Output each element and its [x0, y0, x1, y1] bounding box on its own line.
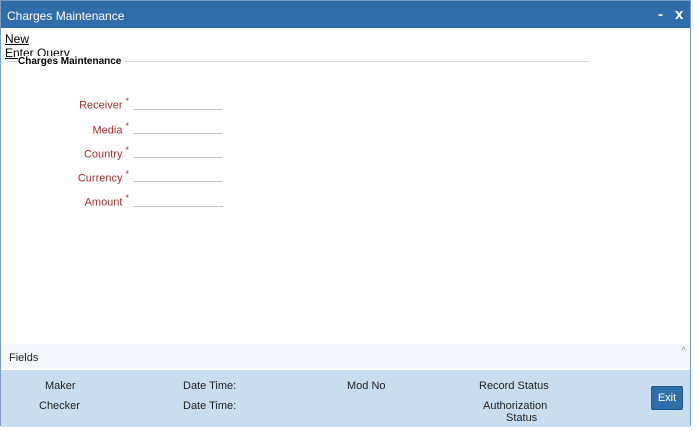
currency-label: Currency * — [77, 169, 129, 185]
country-label: Country * — [83, 145, 129, 161]
receiver-label: Receiver * — [79, 96, 129, 112]
charges-maintenance-window: Charges Maintenance - x New Enter Query … — [0, 0, 691, 427]
window-title: Charges Maintenance — [7, 9, 125, 23]
mod-no-label: Mod No — [347, 380, 386, 392]
amount-input[interactable] — [133, 192, 223, 207]
maker-date-time-label: Date Time: — [183, 380, 237, 392]
minimize-icon[interactable]: - — [658, 6, 663, 23]
chevron-up-icon[interactable]: ^ — [681, 346, 686, 357]
required-marker: * — [125, 169, 129, 179]
authorization-status-label-line1: Authorization — [483, 400, 548, 412]
fields-bar[interactable]: Fields ^ — [1, 344, 690, 369]
currency-input[interactable] — [133, 167, 223, 182]
required-marker: * — [125, 193, 129, 203]
title-bar: Charges Maintenance - x — [1, 1, 690, 28]
exit-button[interactable]: Exit — [651, 386, 683, 410]
close-icon[interactable]: x — [675, 6, 683, 23]
authorization-status-label-line2: Status — [506, 412, 538, 424]
country-input[interactable] — [133, 143, 223, 158]
amount-label: Amount * — [84, 193, 129, 209]
fields-label: Fields — [9, 352, 39, 364]
new-link[interactable]: New — [5, 32, 29, 46]
maker-label: Maker — [45, 380, 76, 392]
checker-label: Checker — [39, 400, 80, 412]
required-marker: * — [125, 96, 129, 106]
section-legend: Charges Maintenance — [18, 56, 126, 67]
media-input[interactable] — [133, 119, 223, 134]
required-marker: * — [125, 145, 129, 155]
receiver-input[interactable] — [133, 95, 223, 110]
media-label: Media * — [92, 121, 129, 137]
checker-date-time-label: Date Time: — [183, 400, 237, 412]
record-status-label: Record Status — [479, 380, 549, 392]
audit-footer — [1, 370, 690, 427]
required-marker: * — [125, 121, 129, 131]
